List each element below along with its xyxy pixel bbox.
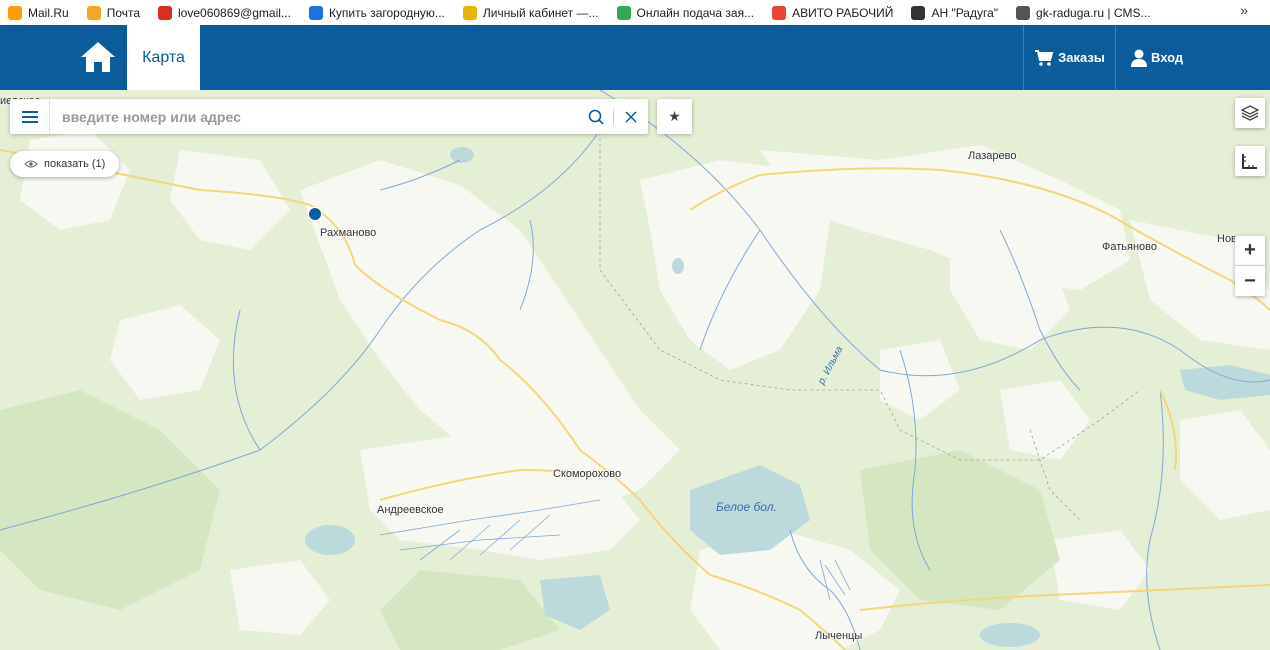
building-icon: [1016, 5, 1031, 20]
bookmarks-bar: Mail.Ru Почта love060869@gmail... Купить за…: [0, 0, 1270, 25]
search-input[interactable]: [50, 99, 579, 134]
bookmark-label: Почта: [106, 5, 141, 20]
layers-button[interactable]: [1235, 98, 1265, 128]
avito-icon: [308, 5, 323, 20]
hamburger-icon: [21, 110, 38, 123]
mailru-icon: [8, 5, 22, 20]
bookmark-item[interactable]: Купить загородную...: [308, 5, 445, 20]
user-icon: [1131, 49, 1147, 67]
ruler-button[interactable]: [1235, 146, 1265, 176]
envelope-icon: [86, 5, 101, 20]
home-icon: [81, 42, 115, 72]
search-icon: [588, 109, 604, 125]
bookmark-item[interactable]: АН "Радуга": [911, 5, 999, 20]
bookmark-label: love060869@gmail...: [178, 5, 291, 20]
show-markers-button[interactable]: показать (1): [10, 151, 120, 177]
bookmark-label: АН "Радуга": [931, 5, 999, 20]
orders-label: Заказы: [1058, 50, 1105, 65]
map-canvas[interactable]: иевскоеРахмановоЛазаревоФатьяновоНовСком…: [0, 90, 1270, 650]
bookmark-item[interactable]: Mail.Ru: [8, 5, 69, 20]
bookmark-label: Онлайн подача зая...: [636, 5, 755, 20]
search-bar: [10, 99, 648, 134]
layers-icon: [1241, 105, 1259, 121]
gmail-icon: [158, 5, 173, 20]
bookmark-item[interactable]: Личный кабинет —...: [462, 5, 599, 20]
login-button[interactable]: Вход: [1117, 25, 1207, 90]
search-button[interactable]: [579, 99, 613, 134]
place-label: Фатьяново: [1102, 241, 1157, 253]
menu-button[interactable]: [10, 99, 50, 134]
ruler-icon: [1242, 154, 1257, 169]
place-label: Скоморохово: [553, 468, 622, 480]
app-header: Карта Заказы Вход: [0, 25, 1270, 90]
zoom-out-button[interactable]: −: [1235, 266, 1265, 296]
place-label: Лазарево: [968, 150, 1017, 162]
login-label: Вход: [1151, 50, 1184, 65]
orders-button[interactable]: Заказы: [1023, 25, 1116, 90]
map-background: [0, 90, 1270, 650]
bookmark-label: Купить загородную...: [328, 5, 445, 20]
bookmarks-more-button[interactable]: »: [1240, 2, 1248, 18]
bookmark-item[interactable]: love060869@gmail...: [158, 5, 291, 20]
home-button[interactable]: [78, 39, 118, 75]
place-label: Андреевское: [377, 504, 444, 516]
place-label: Нов: [1217, 233, 1237, 245]
bookmark-label: Mail.Ru: [28, 5, 69, 20]
globe-icon: [911, 5, 926, 20]
star-icon: ★: [668, 108, 681, 124]
place-label: Лыченцы: [815, 630, 863, 642]
location-marker[interactable]: [308, 207, 322, 221]
bookmark-item[interactable]: Онлайн подача зая...: [616, 5, 755, 20]
bookmark-item[interactable]: Почта: [86, 5, 141, 20]
show-markers-label: показать (1): [44, 158, 106, 170]
bookmark-label: Личный кабинет —...: [482, 5, 599, 20]
tab-map[interactable]: Карта: [127, 25, 200, 90]
bookmark-item[interactable]: АВИТО РАБОЧИЙ: [772, 5, 894, 20]
docs-icon: [616, 5, 631, 20]
favorites-button[interactable]: ★: [657, 99, 692, 134]
bookmark-label: АВИТО РАБОЧИЙ: [792, 5, 894, 20]
coin-icon: [462, 5, 477, 20]
place-label: Рахманово: [320, 227, 377, 239]
eye-icon: [24, 160, 38, 168]
lake-label: Белое бол.: [716, 500, 777, 514]
zoom-in-button[interactable]: +: [1235, 236, 1265, 266]
bookmark-item[interactable]: gk-raduga.ru | CMS...: [1016, 5, 1151, 20]
cart-icon: [1035, 49, 1054, 66]
bookmark-label: gk-raduga.ru | CMS...: [1036, 5, 1151, 20]
clear-button[interactable]: [614, 99, 648, 134]
close-icon: [625, 110, 637, 123]
dots-icon: [772, 5, 787, 20]
